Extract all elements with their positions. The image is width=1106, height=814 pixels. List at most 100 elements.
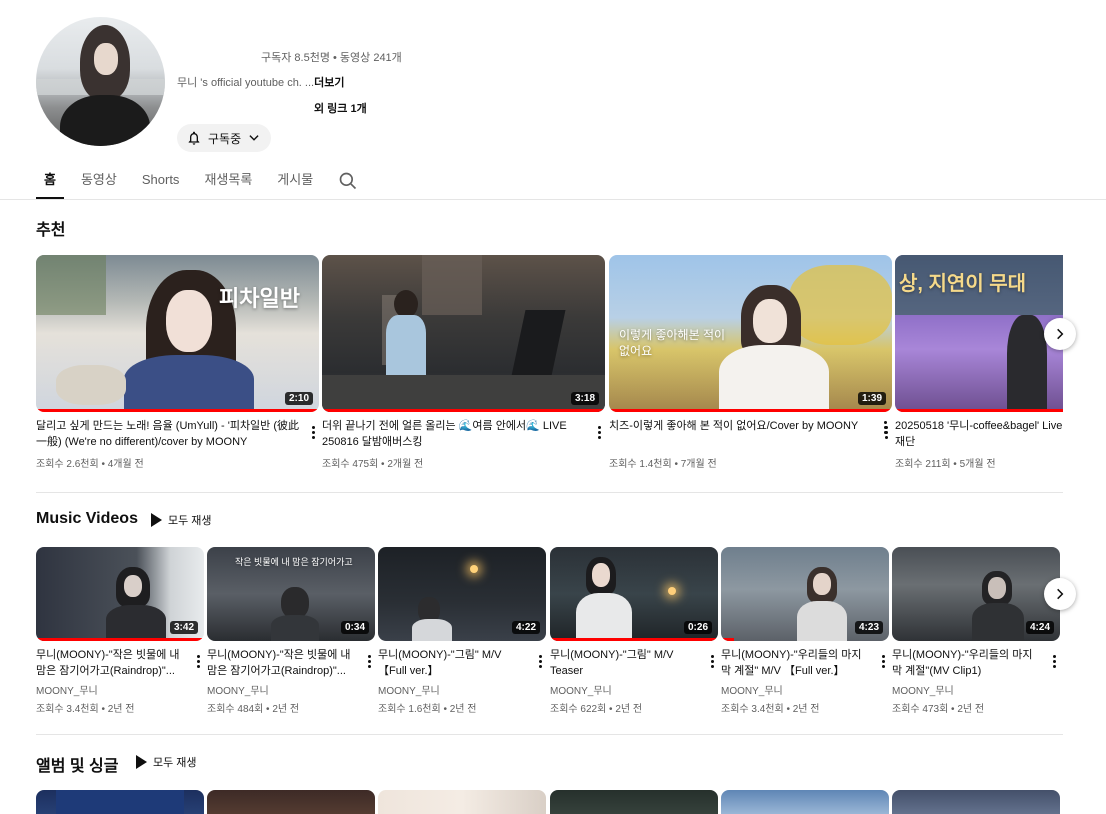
video-title[interactable]: 치즈-이렇게 좋아해 본 적이 없어요/Cover by MOONY [609, 418, 892, 450]
video-card[interactable]: 0:26 무니(MOONY)-"그림" M/V Teaser MOONY_무니 … [550, 547, 718, 715]
tab-shorts[interactable]: Shorts [134, 164, 188, 199]
album-thumbnail[interactable] [721, 790, 889, 814]
channel-name[interactable]: MOONY_무니 [36, 682, 204, 697]
video-duration: 0:34 [340, 621, 369, 634]
shelf-title-music-videos: Music Videos [36, 510, 138, 527]
channel-description-text: 무니 's official youtube ch. ... [177, 77, 315, 89]
watch-progress [895, 409, 1063, 412]
album-thumbnail[interactable] [378, 790, 546, 814]
more-vert-icon[interactable] [534, 653, 546, 669]
video-card[interactable]: 3:18 더위 끝나기 전에 얼른 올리는 🌊여름 안에서🌊 LIVE 2508… [322, 255, 605, 470]
video-title[interactable]: 달리고 싶게 만드는 노래! 음율 (UmYull) - '피차일반 (彼此一般… [36, 418, 319, 450]
play-all-button[interactable]: 모두 재생 [151, 512, 212, 528]
search-icon[interactable] [338, 171, 358, 191]
video-thumbnail[interactable]: 0:26 [550, 547, 718, 641]
video-card[interactable]: 4:24 무니(MOONY)-"우리들의 마지막 계절"(MV Clip1) M… [892, 547, 1060, 715]
channel-stats: 구독자 8.5천명 • 동영상 241개 [261, 52, 402, 64]
shelf-title-recommended: 추천 [36, 222, 66, 239]
play-icon [136, 755, 147, 769]
album-thumbnail[interactable] [550, 790, 718, 814]
video-thumbnail[interactable]: 이렇게 좋아해본 적이 없어요 1:39 [609, 255, 892, 412]
shelf-divider [36, 734, 1063, 735]
play-icon [151, 513, 162, 527]
thumbnail-overlay-text: 상, 지연이 무대 [899, 273, 1027, 295]
video-thumbnail[interactable]: 피차일반 2:10 [36, 255, 319, 412]
video-card[interactable]: 상, 지연이 무대 20250518 '무니-coffee&bagel' Liv… [895, 255, 1063, 470]
video-title[interactable]: 무니(MOONY)-"우리들의 마지막 계절" M/V 【Full ver.】 [721, 647, 889, 679]
channel-name[interactable]: MOONY_무니 [207, 682, 375, 697]
video-title[interactable]: 무니(MOONY)-"그림" M/V Teaser [550, 647, 718, 679]
more-vert-icon[interactable] [593, 424, 605, 440]
album-thumbnail[interactable] [207, 790, 375, 814]
play-all-button[interactable]: 모두 재생 [136, 754, 197, 770]
video-thumbnail[interactable]: 작은 빗물에 내 맘은 잠기어가고 0:34 [207, 547, 375, 641]
video-meta: 조회수 3.4천회 • 2년 전 [721, 704, 820, 715]
channel-name[interactable]: MOONY_무니 [550, 682, 718, 697]
video-duration: 4:24 [1025, 621, 1054, 634]
video-meta: 조회수 475회 • 2개월 전 [322, 459, 424, 470]
video-card[interactable]: 피차일반 2:10 달리고 싶게 만드는 노래! 음율 (UmYull) - '… [36, 255, 319, 470]
video-card[interactable]: 4:22 무니(MOONY)-"그림" M/V 【Full ver.】 MOON… [378, 547, 546, 715]
tab-posts[interactable]: 게시물 [269, 164, 321, 199]
channel-name[interactable]: MOONY_무니 [378, 682, 546, 697]
more-vert-icon[interactable] [877, 653, 889, 669]
video-title[interactable]: 무니(MOONY)-"작은 빗물에 내 맘은 잠기어가고(Raindrop)".… [207, 647, 375, 679]
video-title[interactable]: 더위 끝나기 전에 얼른 올리는 🌊여름 안에서🌊 LIVE 250816 달밤… [322, 418, 605, 450]
more-button[interactable]: 더보기 [314, 77, 344, 89]
video-meta: 조회수 1.4천회 • 7개월 전 [609, 459, 717, 470]
video-duration: 4:23 [854, 621, 883, 634]
thumbnail-overlay-text: 작은 빗물에 내 맘은 잠기어가고 [235, 557, 353, 567]
more-vert-icon[interactable] [192, 653, 204, 669]
more-vert-icon[interactable] [307, 424, 319, 440]
channel-name[interactable]: MOONY_무니 [892, 682, 1060, 697]
video-duration: 3:18 [570, 392, 599, 405]
more-vert-icon[interactable] [363, 653, 375, 669]
video-meta: 조회수 473회 • 2년 전 [892, 704, 985, 715]
video-card[interactable]: 이렇게 좋아해본 적이 없어요 1:39 치즈-이렇게 좋아해 본 적이 없어요… [609, 255, 892, 470]
shelf-next-button[interactable] [1044, 578, 1076, 610]
watch-progress [721, 638, 735, 641]
video-duration: 2:10 [284, 392, 313, 405]
video-card[interactable]: 3:42 무니(MOONY)-"작은 빗물에 내 맘은 잠기어가고(Raindr… [36, 547, 204, 715]
video-title[interactable]: 무니(MOONY)-"작은 빗물에 내 맘은 잠기어가고(Raindrop)".… [36, 647, 204, 679]
video-title[interactable]: 무니(MOONY)-"우리들의 마지막 계절"(MV Clip1) [892, 647, 1060, 679]
video-thumbnail[interactable]: 3:42 [36, 547, 204, 641]
video-meta: 조회수 211회 • 5개월 전 [895, 459, 996, 470]
channel-name[interactable]: MOONY_무니 [721, 682, 889, 697]
video-duration: 0:26 [683, 621, 712, 634]
video-meta: 조회수 622회 • 2년 전 [550, 704, 643, 715]
watch-progress [609, 409, 892, 412]
video-thumbnail[interactable]: 4:22 [378, 547, 546, 641]
video-title[interactable]: 20250518 '무니-coffee&bagel' Live 재단 [895, 418, 1063, 450]
album-thumbnail[interactable] [36, 790, 204, 814]
video-card[interactable]: 4:23 무니(MOONY)-"우리들의 마지막 계절" M/V 【Full v… [721, 547, 889, 715]
video-thumbnail[interactable]: 4:24 [892, 547, 1060, 641]
channel-description[interactable]: 무니 's official youtube ch. ...더보기 [177, 74, 344, 90]
tab-playlists[interactable]: 재생목록 [196, 164, 260, 199]
channel-tabs: 홈 동영상 Shorts 재생목록 게시물 [36, 164, 330, 199]
play-all-label: 모두 재생 [168, 515, 212, 527]
chevron-right-icon [1057, 328, 1064, 340]
video-duration: 4:22 [511, 621, 540, 634]
video-title[interactable]: 무니(MOONY)-"그림" M/V 【Full ver.】 [378, 647, 546, 679]
thumbnail-overlay-text: 이렇게 좋아해본 적이 없어요 [619, 328, 726, 358]
video-thumbnail[interactable]: 상, 지연이 무대 [895, 255, 1063, 412]
video-thumbnail[interactable]: 3:18 [322, 255, 605, 412]
shelf-divider [36, 492, 1063, 493]
channel-avatar [36, 17, 165, 146]
video-card[interactable]: 작은 빗물에 내 맘은 잠기어가고 0:34 무니(MOONY)-"작은 빗물에… [207, 547, 375, 715]
album-thumbnail[interactable] [892, 790, 1060, 814]
more-vert-icon[interactable] [1048, 653, 1060, 669]
tab-videos[interactable]: 동영상 [73, 164, 125, 199]
channel-links[interactable]: 외 링크 1개 [314, 100, 367, 116]
chevron-down-icon [249, 135, 259, 141]
video-thumbnail[interactable]: 4:23 [721, 547, 889, 641]
tab-home[interactable]: 홈 [36, 164, 64, 199]
thumbnail-overlay-text: 피차일반 [219, 286, 300, 311]
video-meta: 조회수 484회 • 2년 전 [207, 704, 300, 715]
watch-progress [322, 409, 605, 412]
more-vert-icon[interactable] [706, 653, 718, 669]
subscribed-button[interactable]: 구독중 [177, 124, 271, 152]
shelf-next-button[interactable] [1044, 318, 1076, 350]
more-vert-icon[interactable] [879, 419, 891, 435]
